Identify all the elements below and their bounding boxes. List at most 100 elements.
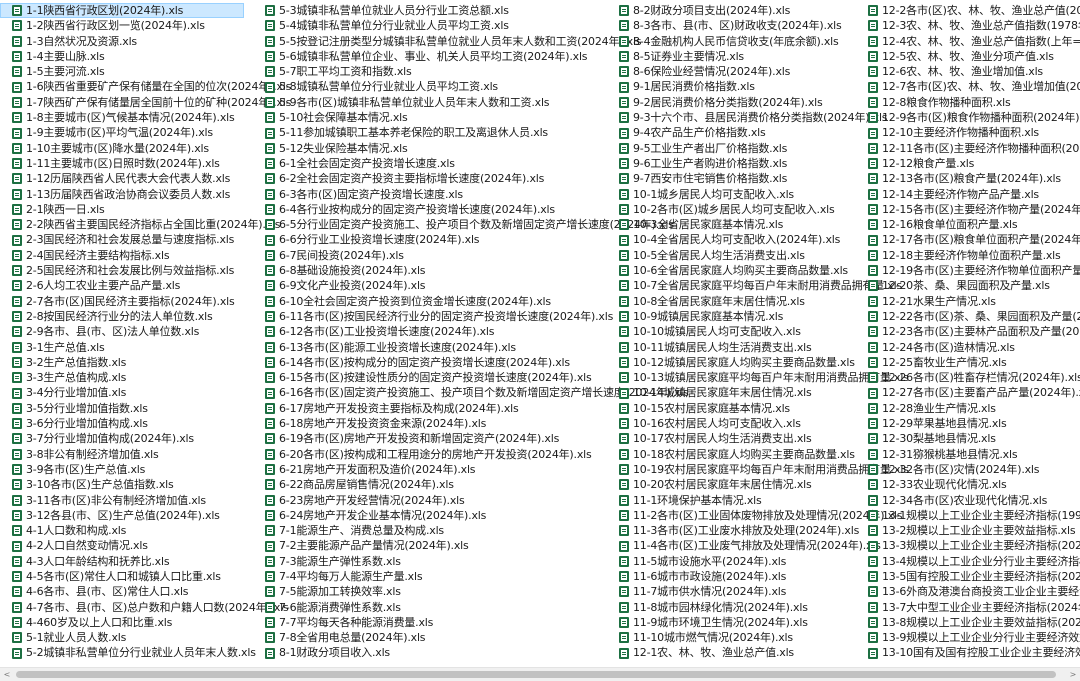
file-item[interactable]: 12-26各市(区)牲畜存栏情况(2024年).xls xyxy=(856,370,1080,385)
file-item[interactable]: 6-14各市(区)按构成分的固定资产投资增长速度(2024年).xls xyxy=(253,355,603,370)
file-item[interactable]: 12-15各市(区)主要经济作物产量(2024年).xls xyxy=(856,202,1080,217)
file-item[interactable]: 12-9各市(区)粮食作物播种面积(2024年).xls xyxy=(856,110,1080,125)
file-item[interactable]: 6-9文化产业投资(2024年).xls xyxy=(253,278,603,293)
scroll-right-arrow-icon[interactable]: > xyxy=(1066,668,1080,681)
file-item[interactable]: 3-10各市(区)生产总值指数.xls xyxy=(0,477,244,492)
file-item[interactable]: 12-29苹果基地县情况.xls xyxy=(856,416,1080,431)
file-item[interactable]: 10-14城镇居民家庭年末居住情况.xls xyxy=(607,385,847,400)
file-item[interactable]: 5-2城镇非私营单位分行业就业人员年末人数.xls xyxy=(0,645,256,660)
file-item[interactable]: 6-22商品房屋销售情况(2024年).xls xyxy=(253,477,603,492)
file-item[interactable]: 10-18农村居民家庭人均购买主要商品数量.xls xyxy=(607,447,855,462)
file-item[interactable]: 6-10全社会固定资产投资到位资金增长速度(2024年).xls xyxy=(253,294,603,309)
file-item[interactable]: 10-17农村居民人均生活消费支出.xls xyxy=(607,431,847,446)
file-item[interactable]: 7-3能源生产弹性系数.xls xyxy=(253,554,603,569)
file-item[interactable]: 12-6农、林、牧、渔业增加值.xls xyxy=(856,64,1080,79)
file-item[interactable]: 12-13各市(区)粮食产量(2024年).xls xyxy=(856,171,1080,186)
file-item[interactable]: 1-4主要山脉.xls xyxy=(0,49,244,64)
file-item[interactable]: 10-2各市(区)城乡居民人均可支配收入.xls xyxy=(607,202,847,217)
file-item[interactable]: 5-1就业人员人数.xls xyxy=(0,630,244,645)
file-item[interactable]: 5-4城镇非私营单位分行业就业人员平均工资.xls xyxy=(253,18,603,33)
file-item[interactable]: 1-3自然状况及资源.xls xyxy=(0,34,244,49)
file-item[interactable]: 12-18主要经济作物单位面积产量.xls xyxy=(856,248,1080,263)
file-item[interactable]: 12-30梨基地县情况.xls xyxy=(856,431,1080,446)
file-item[interactable]: 7-1能源生产、消费总量及构成.xls xyxy=(253,523,603,538)
file-item[interactable]: 6-24房地产开发企业基本情况(2024年).xls xyxy=(253,508,603,523)
file-item[interactable]: 8-5证券业主要情况.xls xyxy=(607,49,847,64)
file-item[interactable]: 3-12各县(市、区)生产总值(2024年).xls xyxy=(0,508,244,523)
file-item[interactable]: 1-13历届陕西省政治协商会议委员人数.xls xyxy=(0,187,244,202)
file-item[interactable]: 3-2生产总值指数.xls xyxy=(0,355,244,370)
file-item[interactable]: 12-8粮食作物播种面积.xls xyxy=(856,95,1080,110)
file-item[interactable]: 4-5各市(区)常住人口和城镇人口比重.xls xyxy=(0,569,244,584)
file-item[interactable]: 8-4金融机构人民币信贷收支(年底余额).xls xyxy=(607,34,847,49)
file-item[interactable]: 8-1财政分项目收入.xls xyxy=(253,645,603,660)
file-item[interactable]: 2-1陕西一日.xls xyxy=(0,202,244,217)
file-item[interactable]: 12-27各市(区)主要畜产品产量(2024年).xls xyxy=(856,385,1080,400)
file-item[interactable]: 12-24各市(区)造林情况.xls xyxy=(856,340,1080,355)
file-item[interactable]: 11-4各市(区)工业废气排放及处理情况(2024年).xls xyxy=(607,538,881,553)
file-item[interactable]: 1-9主要城市(区)平均气温(2024年).xls xyxy=(0,125,244,140)
file-item[interactable]: 12-25畜牧业生产情况.xls xyxy=(856,355,1080,370)
file-item[interactable]: 12-2各市(区)农、林、牧、渔业总产值(2024年).xls xyxy=(856,3,1080,18)
file-item[interactable]: 12-34各市(区)农业现代化情况.xls xyxy=(856,493,1080,508)
file-item[interactable]: 2-9各市、县(市、区)法人单位数.xls xyxy=(0,324,244,339)
file-item[interactable]: 6-7民间投资(2024年).xls xyxy=(253,248,603,263)
file-item[interactable]: 8-3各市、县(市、区)财政收支(2024年).xls xyxy=(607,18,847,33)
file-item[interactable]: 7-7平均每天各种能源消费量.xls xyxy=(253,615,603,630)
file-item[interactable]: 6-6分行业工业投资增长速度(2024年).xls xyxy=(253,232,603,247)
file-item[interactable]: 9-7西安市住宅销售价格指数.xls xyxy=(607,171,847,186)
file-item[interactable]: 12-21水果生产情况.xls xyxy=(856,294,1080,309)
file-item[interactable]: 10-15农村居民家庭基本情况.xls xyxy=(607,401,847,416)
file-item[interactable]: 5-6城镇非私营单位企业、事业、机关人员平均工资(2024年).xls xyxy=(253,49,603,64)
file-item[interactable]: 1-12历届陕西省人民代表大会代表人数.xls xyxy=(0,171,244,186)
file-item[interactable]: 10-10城镇居民人均可支配收入.xls xyxy=(607,324,847,339)
file-item[interactable]: 3-11各市(区)非公有制经济增加值.xls xyxy=(0,493,244,508)
file-item[interactable]: 6-15各市(区)按建设性质分的固定资产投资增长速度(2024年).xls xyxy=(253,370,603,385)
file-item[interactable]: 10-11城镇居民人均生活消费支出.xls xyxy=(607,340,847,355)
file-item[interactable]: 2-2陕西省主要国民经济指标占全国比重(2024年).xls xyxy=(0,217,281,232)
file-item[interactable]: 5-10社会保障基本情况.xls xyxy=(253,110,603,125)
file-item[interactable]: 11-6城市市政设施(2024年).xls xyxy=(607,569,847,584)
file-item[interactable]: 12-3农、林、牧、渔业总产值指数(1978年=100).xls xyxy=(856,18,1080,33)
file-item[interactable]: 1-11主要城市(区)日照时数(2024年).xls xyxy=(0,156,244,171)
file-item[interactable]: 6-19各市(区)房地产开发投资和新增固定资产(2024年).xls xyxy=(253,431,603,446)
file-item[interactable]: 11-3各市(区)工业废水排放及处理(2024年).xls xyxy=(607,523,859,538)
file-item[interactable]: 9-6工业生产者购进价格指数.xls xyxy=(607,156,847,171)
file-item[interactable]: 12-11各市(区)主要经济作物播种面积(2024年).xls xyxy=(856,141,1080,156)
file-item[interactable]: 6-16各市(区)固定资产投资施工、投产项目个数及新增固定资产增长速度(2024… xyxy=(253,385,689,400)
file-item[interactable]: 6-21房地产开发面积及造价(2024年).xls xyxy=(253,462,603,477)
file-item[interactable]: 6-1全社会固定资产投资增长速度.xls xyxy=(253,156,603,171)
file-item[interactable]: 12-10主要经济作物播种面积.xls xyxy=(856,125,1080,140)
file-item[interactable]: 10-5全省居民人均生活消费支出.xls xyxy=(607,248,847,263)
file-item[interactable]: 2-6人均工农业主要产品产量.xls xyxy=(0,278,244,293)
file-item[interactable]: 12-22各市(区)茶、桑、果园面积及产量(2024年).xls xyxy=(856,309,1080,324)
file-item[interactable]: 2-4国民经济主要结构指标.xls xyxy=(0,248,244,263)
file-item[interactable]: 12-17各市(区)粮食单位面积产量(2024年).xls xyxy=(856,232,1080,247)
file-item[interactable]: 13-4规模以上工业企业分行业主要经济指标(2024年).xls xyxy=(856,554,1080,569)
file-item[interactable]: 12-12粮食产量.xls xyxy=(856,156,1080,171)
file-item[interactable]: 5-8城镇私营单位分行业就业人员平均工资.xls xyxy=(253,79,603,94)
file-item[interactable]: 13-2规模以上工业企业主要效益指标.xls xyxy=(856,523,1080,538)
file-item[interactable]: 2-5国民经济和社会发展比例与效益指标.xls xyxy=(0,263,244,278)
file-item[interactable]: 12-28渔业生产情况.xls xyxy=(856,401,1080,416)
file-item[interactable]: 1-1陕西省行政区划(2024年).xls xyxy=(0,3,244,19)
file-item[interactable]: 3-7分行业增加值构成(2024年).xls xyxy=(0,431,244,446)
file-item[interactable]: 1-8主要城市(区)气候基本情况(2024年).xls xyxy=(0,110,244,125)
file-item[interactable]: 4-1人口数和构成.xls xyxy=(0,523,244,538)
file-item[interactable]: 6-20各市(区)按构成和工程用途分的房地产开发投资(2024年).xls xyxy=(253,447,603,462)
file-item[interactable]: 12-31猕猴桃基地县情况.xls xyxy=(856,447,1080,462)
file-item[interactable]: 5-11参加城镇职工基本养老保险的职工及离退休人员.xls xyxy=(253,125,603,140)
file-item[interactable]: 12-4农、林、牧、渔业总产值指数(上年=100).xls xyxy=(856,34,1080,49)
file-item[interactable]: 13-3规模以上工业企业主要经济指标(2024年).xls xyxy=(856,538,1080,553)
file-item[interactable]: 1-2陕西省行政区划一览(2024年).xls xyxy=(0,18,244,33)
file-item[interactable]: 9-2居民消费价格分类指数(2024年).xls xyxy=(607,95,847,110)
file-item[interactable]: 12-14主要经济作物产品产量.xls xyxy=(856,187,1080,202)
file-item[interactable]: 5-3城镇非私营单位就业人员分行业工资总额.xls xyxy=(253,3,603,18)
file-item[interactable]: 11-10城市燃气情况(2024年).xls xyxy=(607,630,847,645)
file-item[interactable]: 12-5农、林、牧、渔业分项产值.xls xyxy=(856,49,1080,64)
file-item[interactable]: 3-5分行业增加值指数.xls xyxy=(0,401,244,416)
file-item[interactable]: 4-6各市、县(市、区)常住人口.xls xyxy=(0,584,244,599)
file-item[interactable]: 10-9城镇居民家庭基本情况.xls xyxy=(607,309,847,324)
file-item[interactable]: 9-4农产品生产价格指数.xls xyxy=(607,125,847,140)
file-item[interactable]: 12-16粮食单位面积产量.xls xyxy=(856,217,1080,232)
